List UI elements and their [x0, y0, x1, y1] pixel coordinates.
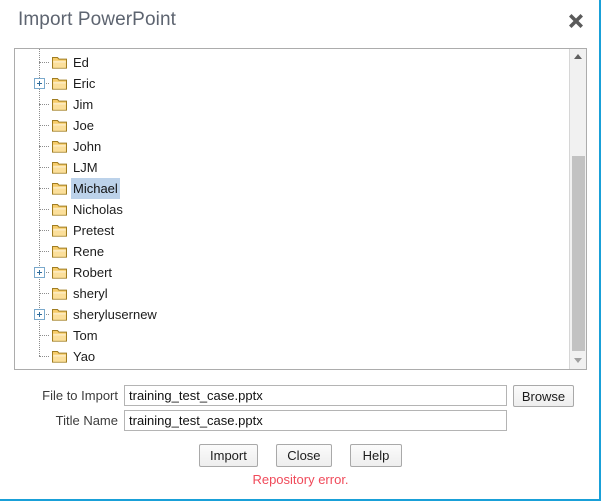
tree-connector-line: [39, 167, 49, 168]
title-name-label: Title Name: [55, 413, 118, 428]
tree-item-sheryl[interactable]: sheryl: [15, 283, 569, 304]
tree-item-sherylusernew[interactable]: sherylusernew: [15, 304, 569, 325]
tree-connector-line: [39, 356, 49, 357]
tree-connector-line: [39, 125, 49, 126]
close-button[interactable]: Close: [276, 444, 332, 467]
tree-item-label: Joe: [73, 118, 94, 133]
import-powerpoint-dialog: Import PowerPoint Ed Eric Jim Joe John LJM Mic…: [0, 0, 601, 501]
tree-vertical-scrollbar[interactable]: [569, 49, 586, 369]
folder-icon: [52, 119, 67, 132]
folder-tree-panel: Ed Eric Jim Joe John LJM Michael Nicholas Pretes…: [14, 48, 587, 370]
tree-connector-line: [39, 209, 49, 210]
tree-connector-line: [39, 293, 49, 294]
tree-item-label: Jim: [73, 97, 94, 112]
tree-item-label: John: [73, 139, 102, 154]
file-to-import-row: File to Import Browse: [0, 385, 601, 409]
tree-item-label: sherylusernew: [73, 307, 157, 322]
folder-tree: Ed Eric Jim Joe John LJM Michael Nicholas Pretes…: [15, 49, 569, 367]
browse-button[interactable]: Browse: [513, 385, 574, 407]
scroll-down-arrow-icon[interactable]: [570, 353, 586, 369]
tree-item-michael[interactable]: Michael: [15, 178, 569, 199]
tree-connector-line: [39, 146, 49, 147]
title-name-input[interactable]: [124, 410, 507, 431]
tree-item-label: Tom: [73, 328, 98, 343]
scrollbar-thumb[interactable]: [572, 156, 585, 351]
tree-item-robert[interactable]: Robert: [15, 262, 569, 283]
folder-icon: [52, 182, 67, 195]
tree-item-tom[interactable]: Tom: [15, 325, 569, 346]
tree-item-label: Michael: [71, 178, 120, 199]
tree-item-yao[interactable]: Yao: [15, 346, 569, 367]
folder-icon: [52, 224, 67, 237]
folder-icon: [52, 203, 67, 216]
folder-icon: [52, 329, 67, 342]
folder-icon: [52, 245, 67, 258]
tree-item-ed[interactable]: Ed: [15, 52, 569, 73]
expand-plus-icon[interactable]: [34, 267, 45, 278]
tree-connector-line: [39, 188, 49, 189]
folder-icon: [52, 161, 67, 174]
folder-icon: [52, 308, 67, 321]
tree-item-label: sheryl: [73, 286, 108, 301]
expand-plus-icon[interactable]: [34, 78, 45, 89]
tree-item-eric[interactable]: Eric: [15, 73, 569, 94]
folder-icon: [52, 98, 67, 111]
close-icon[interactable]: [563, 9, 589, 35]
tree-item-label: Rene: [73, 244, 105, 259]
title-name-row: Title Name: [0, 410, 601, 434]
tree-connector-line: [39, 104, 49, 105]
folder-icon: [52, 140, 67, 153]
folder-icon: [52, 287, 67, 300]
tree-item-jim[interactable]: Jim: [15, 94, 569, 115]
tree-connector-line: [39, 230, 49, 231]
page-title: Import PowerPoint: [18, 9, 176, 30]
tree-item-pretest[interactable]: Pretest: [15, 220, 569, 241]
folder-icon: [52, 266, 67, 279]
tree-connector-line: [39, 62, 49, 63]
tree-item-label: Yao: [73, 349, 96, 364]
tree-item-ljm[interactable]: LJM: [15, 157, 569, 178]
tree-item-label: Pretest: [73, 223, 115, 238]
file-to-import-input[interactable]: [124, 385, 507, 406]
dialog-titlebar: Import PowerPoint: [0, 0, 601, 44]
folder-icon: [52, 77, 67, 90]
expand-plus-icon[interactable]: [34, 309, 45, 320]
folder-icon: [52, 56, 67, 69]
tree-item-label: Ed: [73, 55, 89, 70]
folder-icon: [52, 350, 67, 363]
tree-item-nicholas[interactable]: Nicholas: [15, 199, 569, 220]
tree-item-label: Eric: [73, 76, 96, 91]
tree-item-john[interactable]: John: [15, 136, 569, 157]
tree-item-joe[interactable]: Joe: [15, 115, 569, 136]
status-message: Repository error.: [252, 472, 349, 487]
tree-connector-line: [39, 335, 49, 336]
scroll-up-arrow-icon[interactable]: [570, 49, 586, 65]
folder-tree-viewport: Ed Eric Jim Joe John LJM Michael Nicholas Pretes…: [15, 49, 569, 369]
tree-connector-line: [39, 251, 49, 252]
import-button[interactable]: Import: [199, 444, 258, 467]
dialog-button-bar: Import Close Help: [0, 444, 601, 468]
tree-item-label: Robert: [73, 265, 113, 280]
tree-item-rene[interactable]: Rene: [15, 241, 569, 262]
tree-item-label: LJM: [73, 160, 98, 175]
file-to-import-label: File to Import: [42, 388, 118, 403]
help-button[interactable]: Help: [350, 444, 402, 467]
tree-item-label: Nicholas: [73, 202, 123, 217]
